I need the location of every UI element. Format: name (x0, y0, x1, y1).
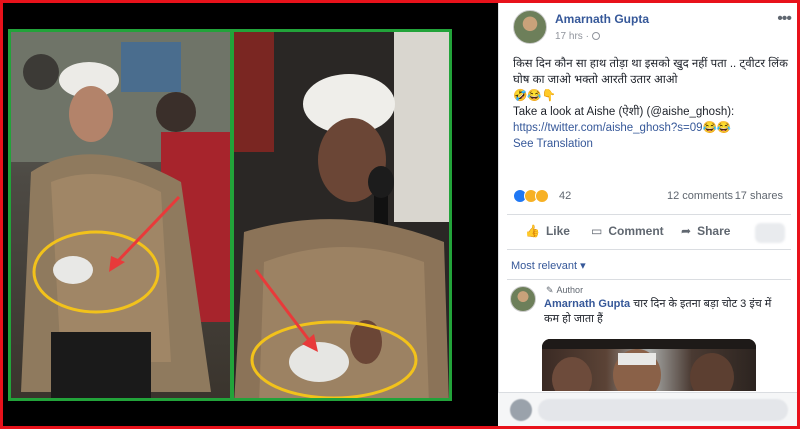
see-translation-link[interactable]: See Translation (513, 136, 789, 152)
comment-sort-dropdown[interactable]: Most relevant ▾ (511, 259, 586, 272)
like-label: Like (545, 224, 570, 238)
post-header: Amarnath Gupta 17 hrs · ••• (513, 10, 793, 50)
post-text-twitter: Take a look at Aishe (ऐशी) (@aishe_ghosh… (513, 106, 735, 118)
post-time-text: 17 hrs · (555, 31, 589, 42)
current-user-avatar (510, 399, 532, 421)
share-icon: ➦ (681, 224, 692, 238)
author-name[interactable]: Amarnath Gupta (555, 12, 649, 26)
comment-bubble: Amarnath Gupta चार दिन के इतना बड़ा चोट … (544, 297, 774, 327)
photo-collage (3, 3, 498, 426)
reactions-bar: 42 12 comments 17 shares (513, 189, 789, 207)
photo-left (11, 32, 230, 398)
more-options-icon[interactable]: ••• (777, 10, 792, 28)
action-bar: 👍 Like ▭ Comment ➦ Share (507, 214, 791, 250)
pen-icon: ✎ (546, 285, 554, 295)
post-link-line: https://twitter.com/aishe_ghosh?s=09😂😂 (513, 120, 789, 136)
like-button[interactable]: 👍 Like (525, 224, 570, 238)
comments-divider (507, 279, 791, 280)
commenter-avatar[interactable] (510, 286, 536, 312)
photo-frame (8, 29, 452, 401)
comment-icon: ▭ (591, 224, 603, 238)
post-text-hindi: किस दिन कौन सा हाथ तोड़ा था इसको खुद नही… (513, 58, 788, 86)
comment-button[interactable]: ▭ Comment (591, 224, 664, 238)
comment-label: Comment (608, 224, 664, 238)
thumbs-up-icon: 👍 (525, 224, 540, 238)
post-emojis: 🤣😂👇 (513, 90, 556, 102)
wow-icon (535, 189, 549, 203)
author-avatar[interactable] (513, 10, 547, 44)
post-timestamp[interactable]: 17 hrs · (555, 31, 600, 42)
share-button[interactable]: ➦ Share (681, 224, 730, 238)
photo-left-illustration (11, 32, 230, 398)
link-emojis: 😂😂 (702, 122, 732, 134)
write-comment-bar (498, 392, 797, 426)
reaction-icons[interactable] (513, 189, 549, 205)
photo-right (234, 32, 449, 398)
globe-icon (591, 32, 600, 40)
comment-image-illustration (542, 339, 756, 391)
post-body: किस दिन कौन सा हाथ तोड़ा था इसको खुद नही… (513, 56, 789, 152)
author-badge: ✎ Author (546, 285, 583, 296)
shares-count[interactable]: 17 shares (735, 190, 783, 202)
reaction-count[interactable]: 42 (559, 190, 571, 202)
twitter-link[interactable]: https://twitter.com/aishe_ghosh?s=09 (513, 122, 703, 134)
comments-count[interactable]: 12 comments (667, 190, 733, 202)
author-badge-label: Author (556, 285, 584, 295)
comment-author[interactable]: Amarnath Gupta (544, 298, 630, 310)
write-comment-input[interactable] (538, 399, 788, 421)
share-label: Share (697, 224, 731, 238)
photo-right-illustration (234, 32, 449, 398)
comment-attached-image[interactable] (542, 339, 756, 391)
blurred-reactor-avatar (755, 223, 785, 243)
